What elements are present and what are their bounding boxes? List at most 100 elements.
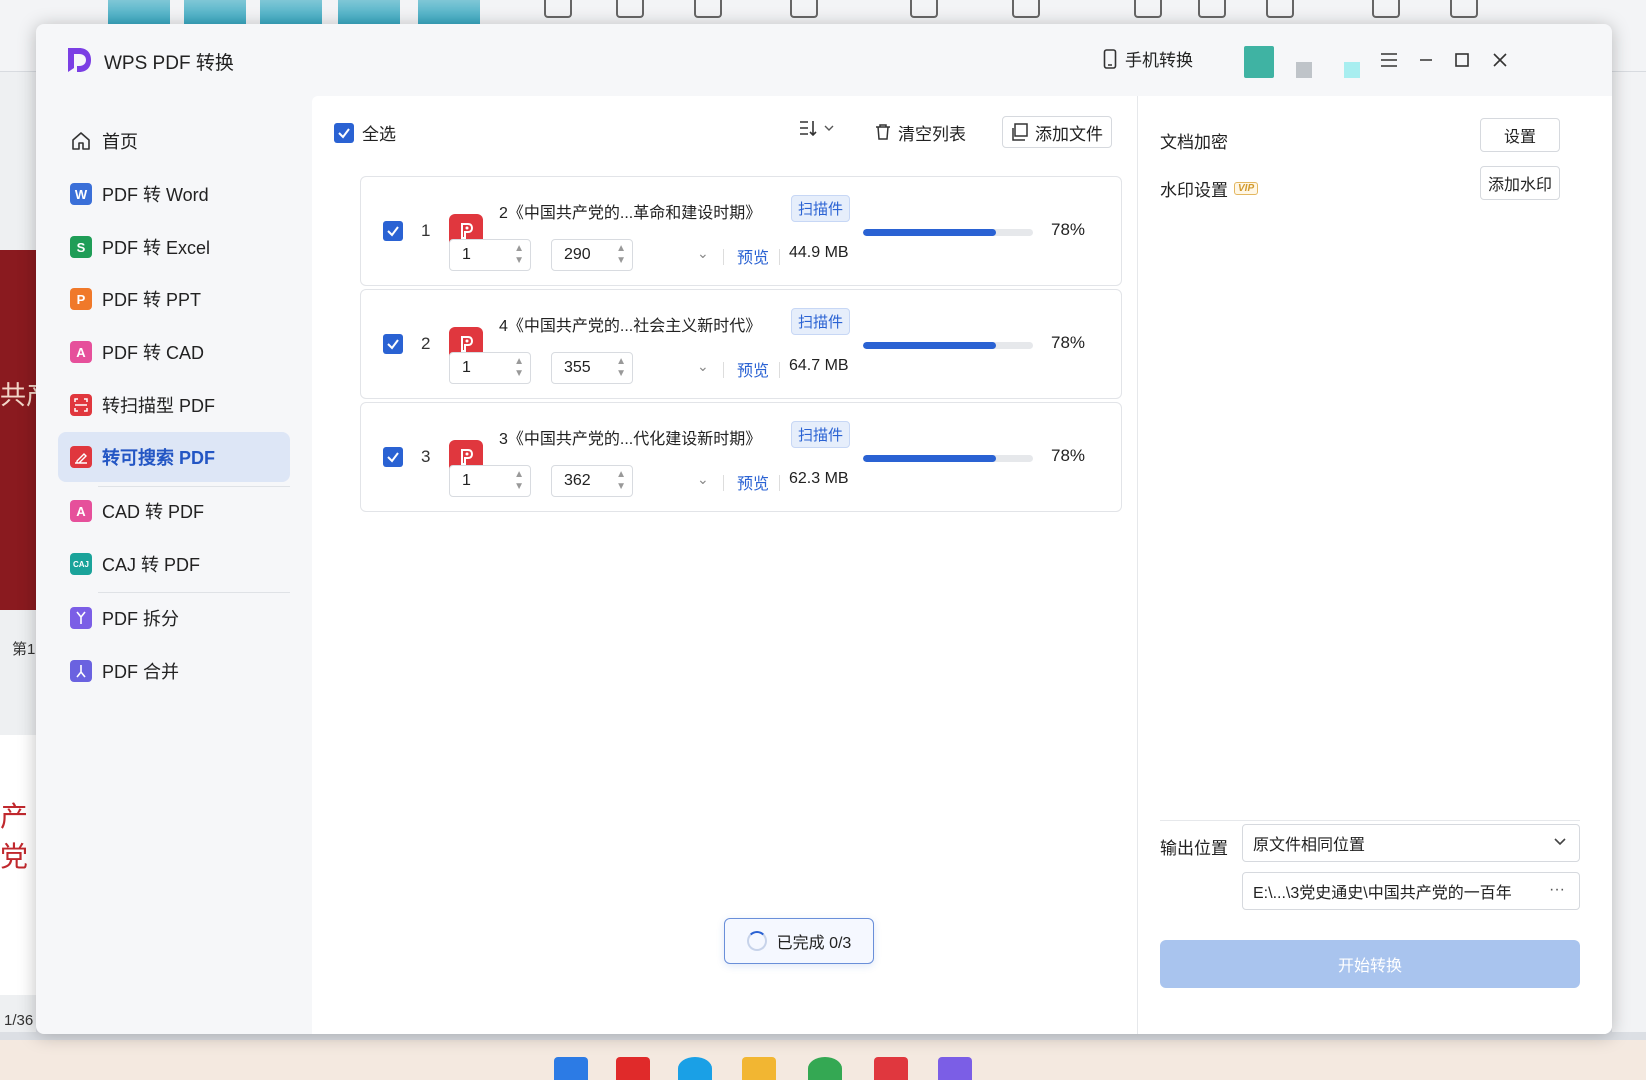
add-file-button[interactable]: 添加文件	[1002, 116, 1112, 148]
select-all-label: 全选	[362, 125, 396, 144]
sidebar-item-searchable-pdf[interactable]: 转可搜索 PDF	[58, 432, 290, 482]
more-icon[interactable]: ···	[1549, 881, 1565, 899]
encrypt-label: 文档加密	[1160, 133, 1228, 152]
file-row: 1 2《中国共产党的...革命和建设时期》 扫描件 78% 1▲▼ - 290▲…	[360, 176, 1122, 286]
file-toolbar: 全选 清空列表 添加文件	[312, 96, 1138, 162]
bg-tool-icon	[1266, 0, 1294, 18]
sidebar-item-label: PDF 转 Word	[102, 185, 209, 205]
page-from-input[interactable]: 1 ▲ ▼	[449, 239, 531, 271]
watermark-label: 水印设置 VIP	[1160, 176, 1259, 201]
main-area: 全选 清空列表 添加文件 1 2《中国共产党的...革命和建设时期》 扫描件 7…	[312, 96, 1612, 1034]
taskbar-app-icon[interactable]	[616, 1057, 650, 1080]
scan-tag-badge: 扫描件	[791, 421, 851, 448]
maximize-button[interactable]	[1446, 44, 1478, 76]
sidebar-item-cad-to-pdf[interactable]: A CAD 转 PDF	[58, 486, 290, 536]
preview-link[interactable]: 预览	[737, 357, 769, 381]
chevron-down-icon[interactable]: ⌄	[697, 245, 709, 262]
sidebar-item-pdf-to-word[interactable]: W PDF 转 Word	[58, 169, 290, 219]
stepper-arrows-icon[interactable]: ▲ ▼	[514, 356, 524, 380]
wps-pdf-icon[interactable]	[938, 1057, 972, 1080]
file-list-panel: 全选 清空列表 添加文件 1 2《中国共产党的...革命和建设时期》 扫描件 7…	[312, 96, 1138, 1034]
file-name: 2《中国共产党的...革命和建设时期》	[499, 205, 762, 222]
file-checkbox[interactable]	[383, 221, 403, 241]
title-bar: WPS PDF 转换 手机转换	[36, 24, 1612, 96]
chrome-icon[interactable]	[808, 1057, 842, 1080]
progress-percent: 78%	[1051, 446, 1086, 465]
progress-percent: 78%	[1051, 333, 1086, 352]
stepper-arrows-icon[interactable]: ▲ ▼	[616, 243, 626, 267]
trash-icon	[876, 124, 890, 140]
stepper-arrows-icon[interactable]: ▲ ▼	[514, 469, 524, 493]
progress-percent: 78%	[1051, 220, 1086, 239]
bg-tool-icon	[544, 0, 572, 18]
file-checkbox[interactable]	[383, 447, 403, 467]
stepper-arrows-icon[interactable]: ▲ ▼	[514, 243, 524, 267]
app-logo-icon	[68, 48, 91, 72]
checkbox-checked-icon	[334, 122, 354, 143]
sidebar-item-pdf-to-ppt[interactable]: P PDF 转 PPT	[58, 274, 290, 324]
page-to-input[interactable]: 355 ▲ ▼	[551, 352, 633, 384]
wps-icon[interactable]	[874, 1057, 908, 1080]
home-icon	[72, 132, 90, 150]
preview-link[interactable]: 预览	[737, 244, 769, 268]
sidebar-item-label: 转扫描型 PDF	[102, 396, 216, 416]
sidebar-item-label: 首页	[102, 132, 138, 152]
page-to-input[interactable]: 362 ▲ ▼	[551, 465, 633, 497]
progress-bar	[863, 229, 1033, 236]
stepper-arrows-icon[interactable]: ▲ ▼	[616, 469, 626, 493]
status-text: 已完成 0/3	[776, 935, 852, 952]
sidebar-item-home[interactable]: 首页	[58, 116, 290, 166]
sidebar-item-pdf-split[interactable]: PDF 拆分	[58, 593, 290, 643]
mobile-convert-button[interactable]: 手机转换	[1103, 46, 1193, 71]
sidebar-item-scan-pdf[interactable]: 转扫描型 PDF	[58, 380, 290, 430]
loading-spinner-icon	[746, 931, 767, 951]
windows-start-icon[interactable]	[554, 1057, 588, 1080]
folder-icon[interactable]	[742, 1057, 776, 1080]
sidebar-item-pdf-to-cad[interactable]: A PDF 转 CAD	[58, 327, 290, 377]
bg-thumbnail	[184, 0, 246, 26]
output-path-field[interactable]: E:\...\3党史通史\中国共产党的一百年 ···	[1242, 872, 1580, 910]
close-button[interactable]	[1484, 44, 1516, 76]
chevron-down-icon[interactable]: ⌄	[697, 471, 709, 488]
app-title: WPS PDF 转换	[104, 53, 234, 74]
bg-thumbnail	[108, 0, 170, 26]
minimize-button[interactable]	[1410, 44, 1442, 76]
preview-link[interactable]: 预览	[737, 470, 769, 494]
chevron-down-icon[interactable]: ⌄	[697, 358, 709, 375]
stepper-arrows-icon[interactable]: ▲ ▼	[616, 356, 626, 380]
sidebar-item-pdf-to-excel[interactable]: S PDF 转 Excel	[58, 222, 290, 272]
page-from-input[interactable]: 1 ▲ ▼	[449, 352, 531, 384]
menu-icon[interactable]	[1373, 44, 1405, 76]
file-name: 3《中国共产党的...代化建设新时期》	[499, 431, 762, 448]
select-all-checkbox[interactable]: 全选	[334, 120, 396, 145]
file-size: 44.9 MB	[789, 244, 849, 261]
file-size: 62.3 MB	[789, 470, 849, 487]
edge-icon[interactable]	[678, 1057, 712, 1080]
encrypt-settings-button[interactable]: 设置	[1480, 118, 1560, 152]
clear-list-button[interactable]: 清空列表	[866, 116, 974, 148]
file-index: 1	[421, 221, 431, 240]
chevron-down-icon	[1554, 838, 1566, 846]
sidebar-item-pdf-merge[interactable]: PDF 合并	[58, 646, 290, 696]
add-watermark-button[interactable]: 添加水印	[1480, 166, 1560, 200]
file-name: 4《中国共产党的...社会主义新时代》	[499, 318, 762, 335]
page-from-input[interactable]: 1 ▲ ▼	[449, 465, 531, 497]
clear-list-label: 清空列表	[898, 124, 966, 144]
output-location-select[interactable]: 原文件相同位置	[1242, 824, 1580, 862]
bg-tool-icon	[1198, 0, 1226, 18]
sort-button[interactable]	[798, 118, 834, 138]
file-checkbox[interactable]	[383, 334, 403, 354]
page-to-input[interactable]: 290 ▲ ▼	[551, 239, 633, 271]
vip-badge: VIP	[1234, 182, 1259, 195]
start-convert-button[interactable]: 开始转换	[1160, 940, 1580, 988]
add-file-icon	[1012, 123, 1028, 141]
add-file-label: 添加文件	[1035, 124, 1103, 144]
background-page-indicator: 1/36	[4, 1012, 34, 1029]
wps-pdf-converter-window: WPS PDF 转换 手机转换 首页 W PDF 转 Word S PDF 转 …	[36, 24, 1612, 1034]
background-right-panel	[1612, 72, 1646, 1032]
file-row: 2 4《中国共产党的...社会主义新时代》 扫描件 78% 1▲▼ - 355▲…	[360, 289, 1122, 399]
mobile-convert-label: 手机转换	[1125, 51, 1193, 70]
sidebar-item-caj-to-pdf[interactable]: CAJ CAJ 转 PDF	[58, 539, 290, 589]
cad-to-pdf-icon: A	[70, 500, 92, 522]
file-row: 3 3《中国共产党的...代化建设新时期》 扫描件 78% 1▲▼ - 362▲…	[360, 402, 1122, 512]
